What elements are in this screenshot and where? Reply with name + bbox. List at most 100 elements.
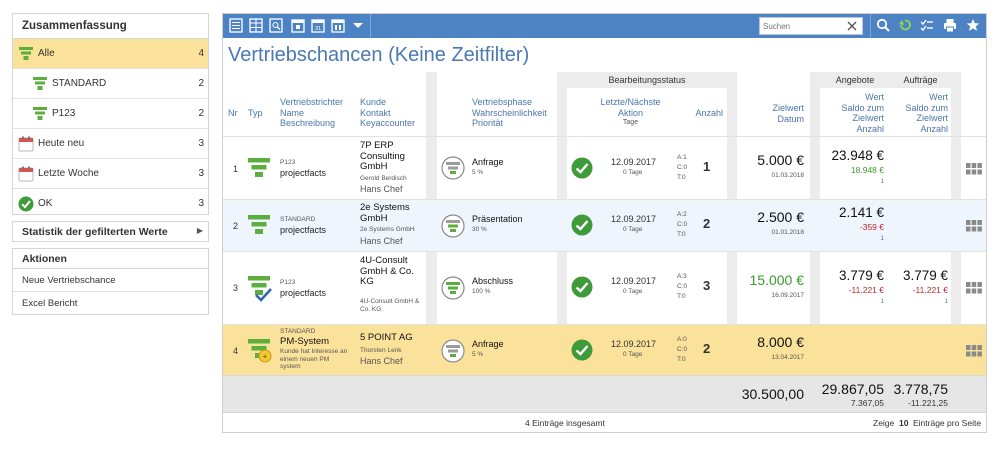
header-line: Vertriebstrichter: [280, 97, 344, 107]
offer-count: 1: [880, 178, 884, 185]
header-line: Wert: [929, 92, 948, 102]
opportunity-name[interactable]: projectfacts: [280, 288, 326, 298]
chevron-right-icon: ▶: [196, 226, 203, 235]
abc-c: C:0: [677, 283, 688, 290]
action-date: 12.09.2017: [611, 157, 657, 167]
action-days: 0 Tage: [623, 288, 643, 295]
actions-panel: Aktionen Neue Vertriebschance Excel Beri…: [12, 248, 209, 315]
customer-name[interactable]: 5 POINT AG: [360, 333, 413, 343]
opportunity-name[interactable]: projectfacts: [280, 168, 326, 178]
order-count: 1: [944, 298, 948, 305]
toolbar-divider: [870, 14, 871, 38]
customer-name[interactable]: 2e Systems GmbH: [360, 202, 420, 224]
col-header-vertrieb[interactable]: Vertriebstrichter Name Beschreibung: [280, 97, 343, 129]
col-header-typ[interactable]: Typ: [248, 108, 263, 119]
table-row[interactable]: 2 STANDARD projectfacts 2e Systems GmbH …: [223, 199, 986, 251]
excel-report-link[interactable]: Excel Bericht: [13, 292, 208, 315]
abc-t: T:0: [677, 356, 686, 363]
search-icon[interactable]: [876, 18, 890, 33]
customer-name[interactable]: 4U-Consult GmbH & Co. KG: [360, 255, 428, 288]
col-header-auftraege[interactable]: Wert Saldo zum Zielwert Anzahl: [888, 92, 948, 134]
table-row[interactable]: 3 P123 projectfacts 4U-Consult GmbH & Co…: [223, 251, 986, 324]
abc-a: A:2: [677, 211, 687, 218]
calendar-day-icon[interactable]: [291, 18, 305, 33]
stats-panel[interactable]: Statistik der gefilterten Werte ▶: [12, 221, 209, 242]
row-menu-grid-icon[interactable]: [966, 220, 982, 232]
funnel-name: STANDARD: [280, 216, 316, 223]
summary-item-ok[interactable]: OK 3: [13, 189, 208, 219]
abc-c: C:0: [677, 346, 688, 353]
phase-probability: 5 %: [472, 169, 484, 176]
row-nr: 1: [233, 164, 239, 174]
abc-c: C:0: [677, 164, 688, 171]
summary-item-count: 3: [198, 168, 204, 179]
total-entries: 4 Einträge insgesamt: [525, 418, 605, 428]
print-icon[interactable]: [943, 18, 957, 33]
calendar-week-icon[interactable]: [331, 18, 345, 33]
opportunity-name[interactable]: projectfacts: [280, 225, 326, 235]
phase-probability: 100 %: [472, 288, 491, 295]
target-value: 8.000 €: [757, 334, 804, 350]
contact-name: 4U-Consult GmbH & Co. KG: [360, 298, 420, 313]
col-header-angebote[interactable]: Wert Saldo zum Zielwert Anzahl: [820, 92, 884, 134]
col-header-phase[interactable]: Vertriebsphase Wahrscheinlichkeit Priori…: [472, 97, 547, 129]
page-title: Vertriebschancen (Keine Zeitfilter): [228, 44, 530, 66]
table-view-icon[interactable]: [249, 18, 263, 33]
offer-balance: 18.948 €: [850, 165, 884, 175]
summary-panel: Zusammenfassung Alle 4 STANDARD 2 P123 2…: [12, 13, 209, 215]
calendar-month-icon[interactable]: 31: [311, 18, 325, 33]
row-menu-grid-icon[interactable]: [966, 163, 982, 175]
target-value: 15.000 €: [749, 272, 805, 288]
col-header-aktion[interactable]: Letzte/Nächste Aktion Tage: [583, 97, 678, 129]
total-orders: 3.778,75: [893, 381, 949, 397]
action-date: 12.09.2017: [611, 214, 657, 224]
summary-item-label: Letzte Woche: [38, 168, 99, 179]
checklist-icon[interactable]: [920, 18, 934, 33]
row-anzahl: 2: [703, 216, 711, 231]
table-row[interactable]: 4 + STANDARD PM-System Kunde hat Interes…: [223, 324, 986, 376]
contact-name: 2e Systems GmbH: [360, 226, 415, 233]
row-menu-grid-icon[interactable]: [966, 345, 982, 357]
table-row[interactable]: 1 P123 projectfacts 7P ERP Consulting Gm…: [223, 136, 986, 199]
favorite-star-icon[interactable]: [966, 18, 980, 33]
row-menu-grid-icon[interactable]: [966, 282, 982, 294]
chevron-down-icon[interactable]: [351, 18, 365, 33]
summary-item-letzte-woche[interactable]: Letzte Woche 3: [13, 159, 208, 189]
row-nr: 3: [233, 283, 239, 293]
summary-item-heute-neu[interactable]: Heute neu 3: [13, 129, 208, 159]
header-line: Saldo zum: [841, 102, 884, 113]
action-days: 0 Tage: [623, 169, 643, 176]
col-header-nr[interactable]: Nr: [228, 108, 238, 119]
customer-name[interactable]: 7P ERP Consulting GmbH: [360, 140, 430, 173]
summary-item-p123[interactable]: P123 2: [13, 99, 208, 129]
search-doc-icon[interactable]: [269, 18, 283, 33]
clear-search-icon[interactable]: [846, 20, 858, 32]
phase-name: Anfrage: [472, 157, 504, 167]
svg-text:+: +: [263, 352, 268, 361]
reset-icon[interactable]: [898, 18, 912, 33]
summary-item-standard[interactable]: STANDARD 2: [13, 69, 208, 99]
summary-item-label: STANDARD: [52, 78, 107, 89]
toolbar: 31: [223, 14, 986, 38]
group-bearbeitungsstatus: Bearbeitungsstatus: [608, 75, 686, 85]
check-circle-icon: [571, 276, 593, 298]
order-balance: -11.221 €: [912, 285, 948, 295]
header-line: Aktion: [617, 107, 643, 118]
phase-funnel-icon: [441, 156, 465, 180]
header-line: Letzte/Nächste: [600, 97, 661, 107]
svg-text:31: 31: [315, 26, 321, 32]
list-view-icon[interactable]: [229, 18, 243, 33]
summary-item-alle[interactable]: Alle 4: [13, 39, 208, 69]
abc-a: A:1: [677, 154, 687, 161]
opportunity-name[interactable]: PM-System: [280, 337, 329, 347]
col-header-zielwert[interactable]: Zielwert Datum: [741, 103, 804, 124]
col-header-kunde[interactable]: Kunde Kontakt Keyaccounter: [360, 97, 415, 129]
col-header-anzahl[interactable]: Anzahl: [683, 108, 723, 119]
calendar-icon: [18, 136, 34, 152]
group-angebote: Angebote: [835, 75, 875, 85]
page-size-select[interactable]: 10: [899, 413, 908, 433]
header-line: Kunde: [360, 97, 387, 107]
header-line: Zielwert: [916, 113, 948, 123]
row-anzahl: 1: [703, 159, 711, 174]
new-opportunity-link[interactable]: Neue Vertriebschance: [13, 269, 208, 292]
